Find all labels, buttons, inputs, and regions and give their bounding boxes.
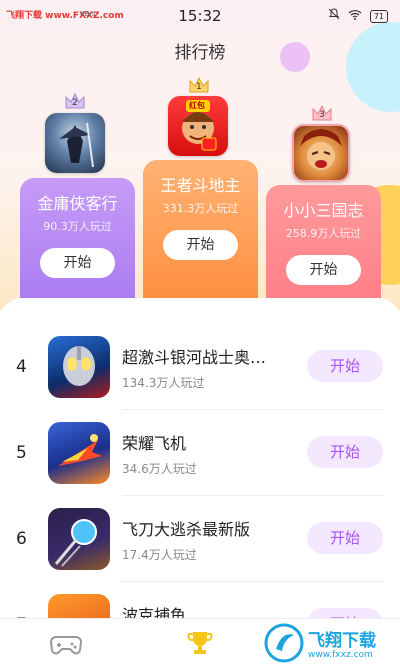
start-button[interactable]: 开始 <box>307 522 383 554</box>
play-count: 134.3万人玩过 <box>122 376 205 390</box>
rank-number: 5 <box>16 443 27 463</box>
gamepad-icon[interactable] <box>49 629 83 657</box>
play-count: 258.9万人玩过 <box>285 227 362 240</box>
list-item[interactable]: 7 波克捕鱼 开始 <box>0 582 400 618</box>
list-item[interactable]: 5 荣耀飞机 34.6万人玩过 开始 <box>0 410 400 496</box>
trophy-icon[interactable] <box>184 629 216 657</box>
watermark-url: www.fxxz.com <box>308 650 373 660</box>
flying-knife-icon <box>48 508 110 570</box>
gold-crown-icon: 1 <box>188 76 210 94</box>
start-button[interactable]: 开始 <box>40 248 115 278</box>
game-name: 飞刀大逃杀最新版 <box>122 520 251 539</box>
watermark-title: 飞翔下载 <box>308 631 376 651</box>
list-item[interactable]: 4 超激斗银河战士奥… 134.3万人玩过 开始 <box>0 324 400 410</box>
podium-rank-1: 王者斗地主 331.3万人玩过 开始 <box>143 160 258 310</box>
status-bar: 飞翔下载 www.FXXZ.com KB/s 15:32 71 <box>0 0 400 30</box>
rank-number: 6 <box>16 529 27 549</box>
start-button[interactable]: 开始 <box>286 255 361 285</box>
play-count: 331.3万人玩过 <box>162 202 239 215</box>
silver-crown-icon: 2 <box>64 92 86 110</box>
fighter-jet-icon <box>48 422 110 484</box>
red-packet-badge: 红包 <box>189 101 205 110</box>
game-name: 小小三国志 <box>283 201 364 220</box>
game-name: 金庸侠客行 <box>37 194 118 213</box>
decor-bubble-cyan <box>346 22 400 112</box>
rank-number: 1 <box>196 82 202 92</box>
bronze-crown-icon: 3 <box>311 104 333 122</box>
start-button[interactable]: 开始 <box>307 608 383 618</box>
play-count: 17.4万人玩过 <box>122 548 197 562</box>
wuxia-hero-icon[interactable] <box>45 113 105 173</box>
landlord-cards-icon[interactable]: 红包 <box>168 96 228 156</box>
game-name: 波克捕鱼 <box>122 606 187 618</box>
watermark-logo-icon <box>264 623 304 663</box>
game-name: 超激斗银河战士奥… <box>122 348 267 367</box>
battery-icon: 71 <box>369 9 388 23</box>
rank-number: 4 <box>16 357 27 377</box>
list-item[interactable]: 6 飞刀大逃杀最新版 17.4万人玩过 开始 <box>0 496 400 582</box>
site-watermark: 飞翔下载 www.fxxz.com <box>262 618 400 667</box>
status-icons: 71 <box>328 8 388 24</box>
wifi-icon <box>348 8 362 24</box>
game-name: 王者斗地主 <box>160 176 241 195</box>
start-button[interactable]: 开始 <box>163 230 238 260</box>
page-title: 排行榜 <box>174 43 226 63</box>
play-count: 34.6万人玩过 <box>122 462 197 476</box>
rank-number: 7 <box>16 582 27 618</box>
mute-bell-icon <box>328 8 340 24</box>
podium-rank-2: 金庸侠客行 90.3万人玩过 开始 <box>20 178 135 308</box>
three-kingdoms-warrior-icon[interactable] <box>292 124 350 182</box>
rank-number: 2 <box>72 98 78 108</box>
start-button[interactable]: 开始 <box>307 436 383 468</box>
start-button[interactable]: 开始 <box>307 350 383 382</box>
ultraman-icon <box>48 336 110 398</box>
podium-rank-3: 小小三国志 258.9万人玩过 开始 <box>266 185 381 310</box>
ranking-list: 4 超激斗银河战士奥… 134.3万人玩过 开始 5 荣耀飞机 34.6万人玩过… <box>0 298 400 618</box>
game-name: 荣耀飞机 <box>122 434 187 453</box>
fishing-game-icon <box>48 594 110 618</box>
rank-number: 3 <box>319 110 325 120</box>
play-count: 90.3万人玩过 <box>43 220 112 233</box>
